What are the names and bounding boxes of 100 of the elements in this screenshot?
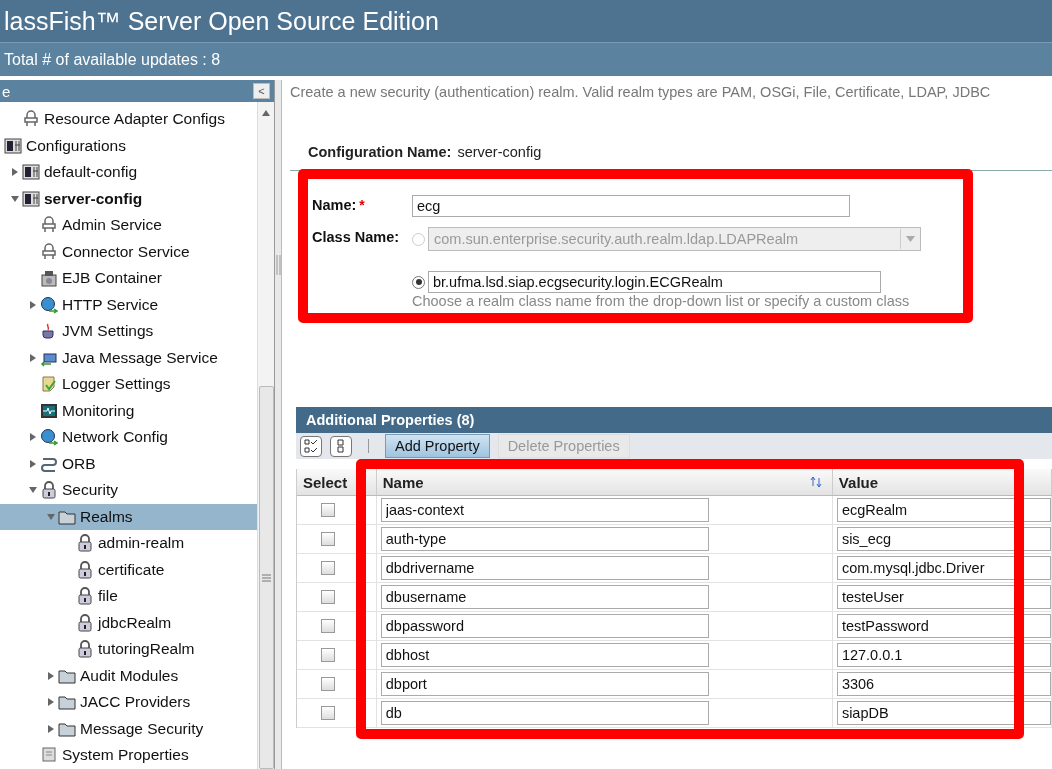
tree-item[interactable]: HTTP Service: [0, 291, 257, 318]
class-field[interactable]: br.ufma.lsd.siap.ecgsecurity.login.ECGRealm: [428, 271, 881, 293]
globe-icon: [40, 295, 58, 314]
tree-item[interactable]: Connector Service: [0, 238, 257, 265]
row-checkbox[interactable]: [321, 590, 335, 604]
config-icon: [4, 136, 22, 155]
tree-item[interactable]: tutoringRealm: [0, 636, 257, 663]
property-name-field[interactable]: auth-type: [380, 527, 709, 551]
lock-icon: [76, 560, 94, 579]
lock-icon: [40, 481, 58, 500]
collapsed-arrow-icon[interactable]: [29, 353, 37, 362]
deselect-all-button[interactable]: [330, 435, 352, 457]
grip-icon: [261, 573, 271, 582]
tree-item[interactable]: Message Security: [0, 715, 257, 742]
radio-button[interactable]: [412, 232, 425, 246]
property-name-field[interactable]: dbhost: [380, 643, 709, 667]
row-checkbox[interactable]: [321, 619, 335, 633]
product-title: lassFish™ Server Open Source Edition: [0, 0, 1052, 42]
name-label: Name: *: [312, 197, 366, 213]
tree-item[interactable]: file: [0, 583, 257, 610]
row-checkbox[interactable]: [321, 532, 335, 546]
tree-item[interactable]: default-config: [0, 159, 257, 186]
tree-item[interactable]: Configurations: [0, 132, 257, 159]
property-name-field[interactable]: dbusername: [380, 585, 709, 609]
tree-item[interactable]: ORB: [0, 450, 257, 477]
tree-item[interactable]: EJB Container: [0, 265, 257, 292]
scroll-thumb[interactable]: [258, 386, 274, 769]
row-checkbox[interactable]: [321, 561, 335, 575]
plug-icon: [40, 216, 58, 235]
tree-item[interactable]: jdbcRealm: [0, 609, 257, 636]
column-header[interactable]: Value: [832, 469, 1052, 495]
property-value-field[interactable]: testPassword: [836, 614, 1051, 638]
tree-item[interactable]: JACC Providers: [0, 689, 257, 716]
row-checkbox[interactable]: [321, 503, 335, 517]
sidebar-title: e: [2, 82, 11, 100]
config-label: Configuration Name:: [308, 144, 452, 160]
property-name-field[interactable]: dbport: [380, 672, 709, 696]
updates-notice: Total # of available updates : 8: [4, 50, 221, 69]
property-value-field[interactable]: siapDB: [836, 701, 1051, 725]
lock-icon: [76, 587, 94, 606]
config-icon: [22, 163, 40, 182]
collapse-button[interactable]: <: [253, 83, 270, 99]
row-checkbox[interactable]: [321, 706, 335, 720]
sort-icon[interactable]: [809, 476, 822, 488]
property-name-field[interactable]: jaas-context: [380, 498, 709, 522]
scroll-icon: [40, 375, 58, 394]
tree-item[interactable]: Realms: [0, 503, 257, 530]
row-checkbox[interactable]: [321, 677, 335, 691]
tree-item[interactable]: Logger Settings: [0, 371, 257, 398]
tree-item[interactable]: JVM Settings: [0, 318, 257, 345]
toolbar-button[interactable]: Add Property: [385, 434, 490, 458]
tree-item[interactable]: Security: [0, 477, 257, 504]
collapsed-arrow-icon[interactable]: [29, 433, 37, 442]
properties-icon: [40, 746, 58, 765]
tree-item[interactable]: admin-realm: [0, 530, 257, 557]
collapsed-arrow-icon[interactable]: [47, 671, 55, 680]
property-value-field[interactable]: ecgRealm: [836, 498, 1051, 522]
collapsed-arrow-icon[interactable]: [47, 724, 55, 733]
tree-item[interactable]: Monitoring: [0, 397, 257, 424]
tree-item[interactable]: certificate: [0, 556, 257, 583]
column-header[interactable]: Name: [376, 469, 833, 495]
lock-icon: [76, 640, 94, 659]
plug-icon: [40, 242, 58, 261]
table-title: Additional Properties (8): [306, 412, 475, 428]
property-name-field[interactable]: db: [380, 701, 709, 725]
tree-item[interactable]: Java Message Service: [0, 344, 257, 371]
monitor-icon: [40, 401, 58, 420]
globe-icon: [40, 428, 58, 447]
tree-item[interactable]: Admin Service: [0, 212, 257, 239]
expanded-arrow-icon[interactable]: [11, 194, 19, 203]
name-field[interactable]: ecg: [412, 195, 850, 217]
tree-item[interactable]: System Properties: [0, 742, 257, 769]
class-name-label: Class Name:: [312, 229, 401, 245]
tree-item[interactable]: server-config: [0, 185, 257, 212]
property-value-field[interactable]: 127.0.0.1: [836, 643, 1051, 667]
row-checkbox[interactable]: [321, 648, 335, 662]
collapsed-arrow-icon[interactable]: [29, 300, 37, 309]
caret-icon: [906, 236, 915, 242]
property-name-field[interactable]: dbpassword: [380, 614, 709, 638]
radio-button[interactable]: [412, 275, 425, 289]
scroll-up-icon[interactable]: [262, 110, 270, 116]
select-all-button[interactable]: [300, 435, 322, 457]
collapsed-arrow-icon[interactable]: [11, 168, 19, 177]
property-value-field[interactable]: 3306: [836, 672, 1051, 696]
property-value-field[interactable]: sis_ecg: [836, 527, 1051, 551]
container-icon: [40, 269, 58, 288]
column-header[interactable]: Select: [297, 469, 377, 495]
plug-icon: [22, 110, 40, 129]
expanded-arrow-icon[interactable]: [47, 512, 55, 521]
tree-item[interactable]: Audit Modules: [0, 662, 257, 689]
property-value-field[interactable]: testeUser: [836, 585, 1051, 609]
tree-item[interactable]: Resource Adapter Configs: [0, 106, 257, 133]
collapsed-arrow-icon[interactable]: [47, 698, 55, 707]
property-name-field[interactable]: dbdrivername: [380, 556, 709, 580]
scrollbar[interactable]: [257, 102, 274, 769]
property-value-field[interactable]: com.mysql.jdbc.Driver: [836, 556, 1051, 580]
collapsed-arrow-icon[interactable]: [29, 459, 37, 468]
tree-item[interactable]: Network Config: [0, 424, 257, 451]
expanded-arrow-icon[interactable]: [29, 486, 37, 495]
page-description: Create a new security (authentication) realm. Valid realm types are PAM, OSGi, File, Certificate, LDAP, JDBC: [290, 84, 992, 100]
